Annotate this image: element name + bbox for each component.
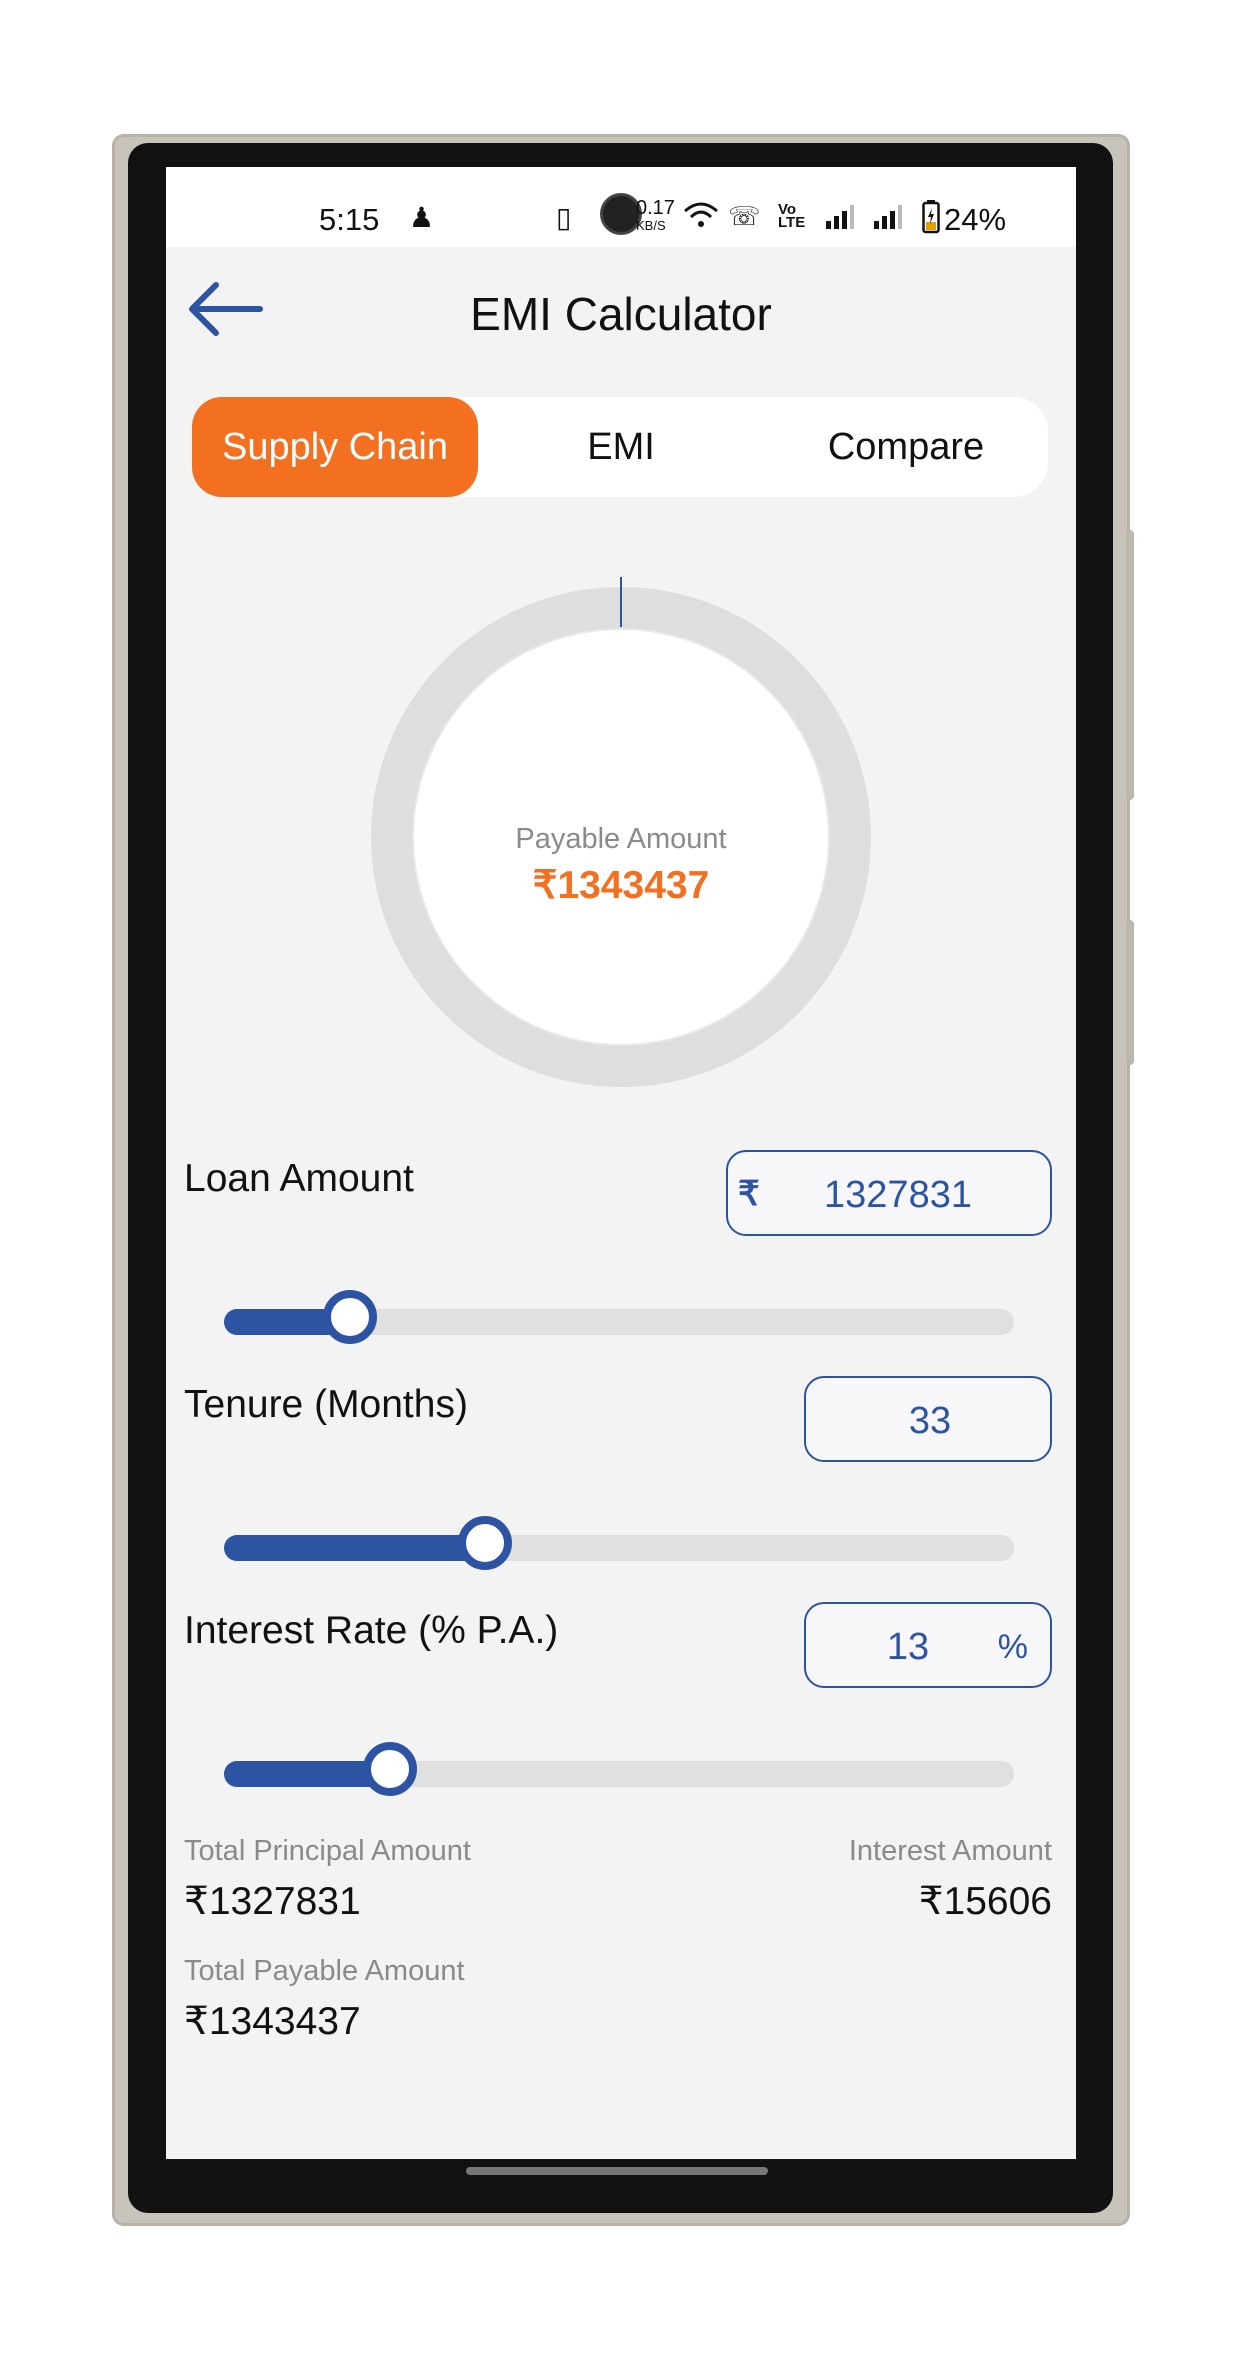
tab-supply-chain[interactable]: Supply Chain xyxy=(192,397,478,497)
wifi-icon xyxy=(684,202,718,227)
loan-amount-value: 1327831 xyxy=(824,1174,972,1216)
total-payable-value: ₹1343437 xyxy=(184,2000,361,2043)
tab-emi[interactable]: EMI xyxy=(478,397,764,497)
interest-amount-label: Interest Amount xyxy=(848,1835,1052,1867)
payable-amount-value: ₹1343437 xyxy=(532,864,710,907)
page-title: EMI Calculator xyxy=(470,288,772,340)
tenure-value: 33 xyxy=(908,1400,952,1442)
tenure-label: Tenure (Months) xyxy=(184,1383,468,1426)
home-indicator[interactable] xyxy=(466,2167,768,2175)
tab-compare[interactable]: Compare xyxy=(764,397,1048,497)
vibrate-icon: ▯ xyxy=(556,202,572,233)
loan-amount-slider[interactable] xyxy=(224,1290,1014,1344)
tenure-slider-fill xyxy=(224,1535,485,1561)
tenure-input[interactable]: 33 xyxy=(804,1376,1052,1462)
person-icon: ♟ xyxy=(409,202,435,233)
total-principal-value: ₹1327831 xyxy=(184,1880,361,1923)
total-principal-label: Total Principal Amount xyxy=(184,1835,471,1867)
power-button xyxy=(1126,920,1134,1065)
battery-percent: 24% xyxy=(944,202,1007,237)
signal-icon xyxy=(826,205,854,229)
volte-icon: Vo LTE xyxy=(778,201,806,231)
network-speed-value: 0.17 xyxy=(636,197,675,219)
wifi-call-icon: ☏ xyxy=(728,201,761,231)
payable-amount-label: Payable Amount xyxy=(515,823,727,855)
volume-button xyxy=(1126,530,1134,800)
signal-icon-2 xyxy=(874,205,902,229)
loan-amount-label: Loan Amount xyxy=(184,1157,414,1200)
interest-rate-label: Interest Rate (% P.A.) xyxy=(184,1609,559,1652)
interest-amount-value: ₹15606 xyxy=(918,1880,1052,1923)
loan-amount-input[interactable]: ₹ 1327831 xyxy=(726,1150,1052,1236)
tenure-slider[interactable] xyxy=(224,1516,1014,1570)
status-time: 5:15 xyxy=(319,202,380,237)
tab-bar: Supply Chain EMI Compare xyxy=(192,397,1048,497)
app-screen: 5:15 ♟ ▯ 0.17 KB/S ☏ Vo LTE 24% EMI Calc… xyxy=(166,167,1076,2159)
interest-rate-input[interactable]: 13 % xyxy=(804,1602,1052,1688)
percent-icon: % xyxy=(997,1628,1028,1666)
network-speed-unit: KB/S xyxy=(636,218,666,233)
tenure-slider-thumb[interactable] xyxy=(457,1516,512,1570)
status-bar: 5:15 ♟ ▯ 0.17 KB/S ☏ Vo LTE 24% xyxy=(166,167,1076,247)
interest-rate-value: 13 xyxy=(886,1626,930,1668)
interest-rate-slider[interactable] xyxy=(224,1742,1014,1796)
battery-charging-icon xyxy=(922,200,940,234)
network-speed: 0.17 KB/S xyxy=(636,197,675,234)
loan-amount-slider-thumb[interactable] xyxy=(323,1290,378,1344)
interest-rate-slider-thumb[interactable] xyxy=(362,1742,417,1796)
total-payable-label: Total Payable Amount xyxy=(184,1955,465,1987)
